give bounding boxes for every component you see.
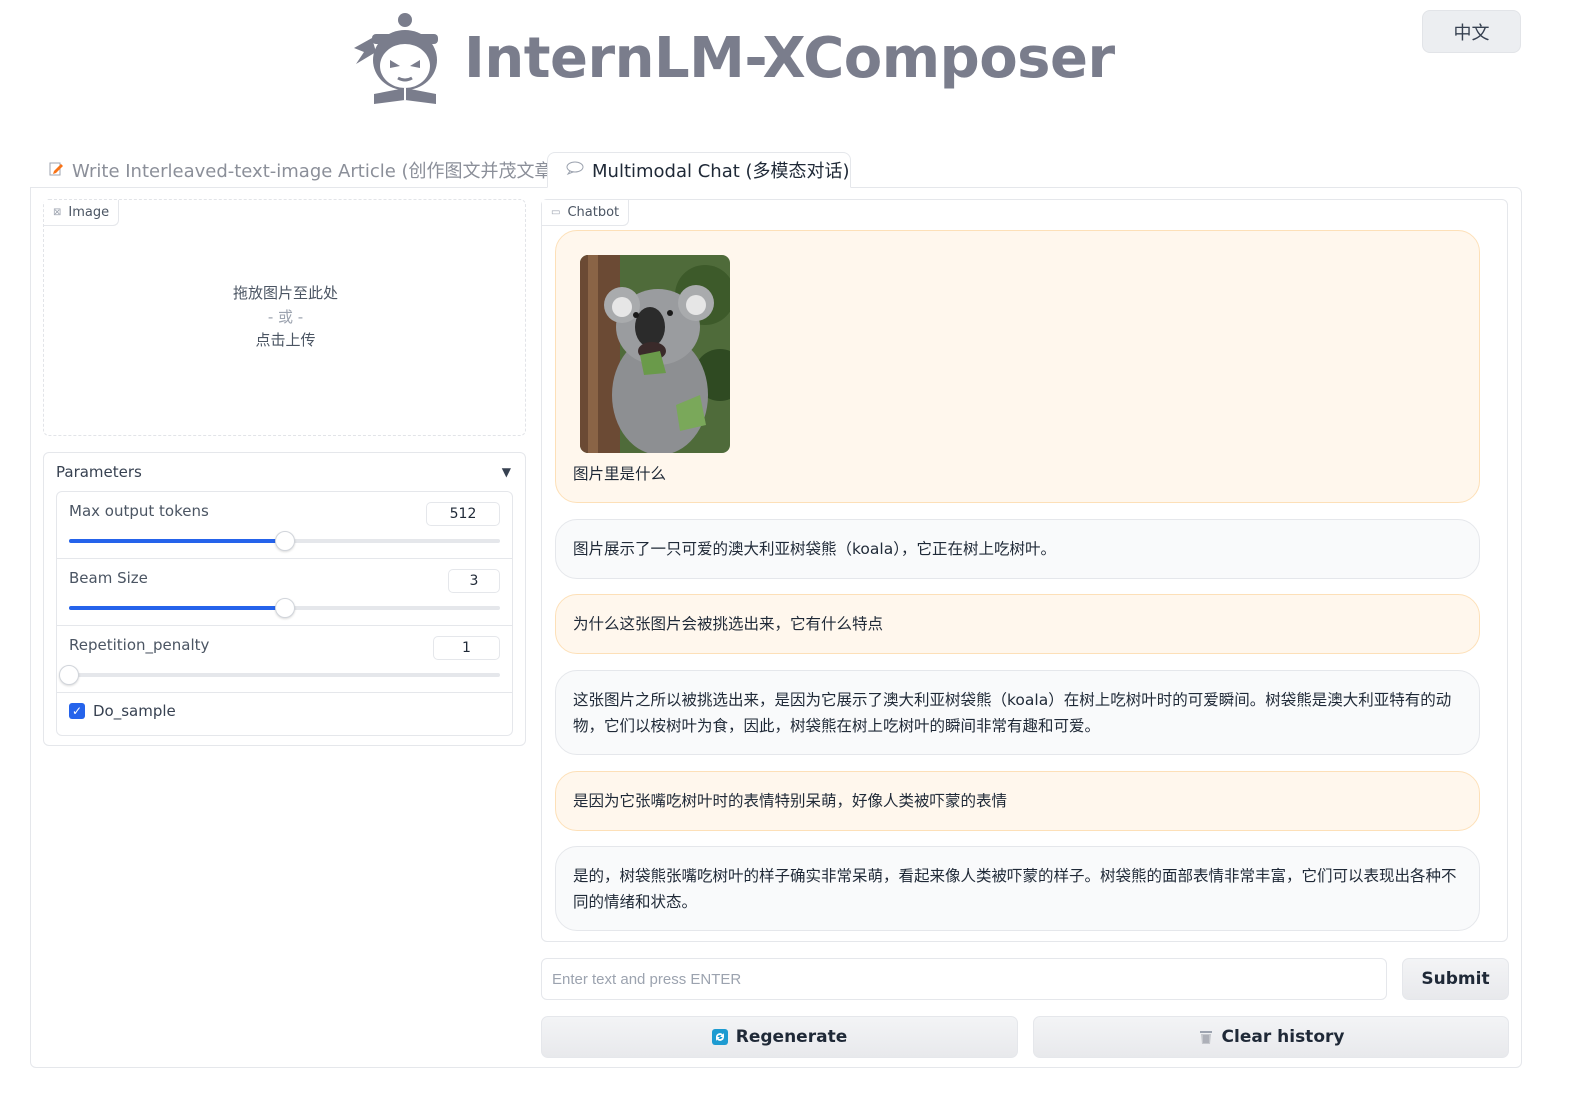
tab-bar: Write Interleaved-text-image Article (创作…: [30, 152, 1522, 188]
chat-icon: ▭: [551, 207, 561, 218]
chat-message-bot: 是的，树袋熊张嘴吃树叶的样子确实非常呆萌，看起来像人类被吓蒙的样子。树袋熊的面部…: [555, 846, 1480, 931]
beam-size-slider[interactable]: [69, 598, 500, 618]
max-tokens-slider[interactable]: [69, 531, 500, 551]
image-icon: ⊠: [53, 207, 62, 218]
do-sample-row: ✓ Do_sample: [69, 702, 176, 720]
parameters-title[interactable]: Parameters: [56, 463, 142, 481]
regenerate-button[interactable]: Regenerate: [541, 1016, 1018, 1058]
message-input[interactable]: [541, 958, 1387, 1000]
repetition-penalty-label: Repetition_penalty: [69, 636, 210, 654]
image-label: ⊠ Image: [44, 200, 120, 226]
parameters-body: Max output tokens 512 Beam Size 3 Repeti…: [56, 491, 513, 736]
clear-history-label: Clear history: [1221, 1027, 1345, 1047]
repetition-penalty-input[interactable]: 1: [433, 636, 500, 660]
caret-down-icon[interactable]: ▼: [502, 465, 511, 479]
max-tokens-row: Max output tokens 512: [57, 492, 512, 559]
chat-message-bot: 这张图片之所以被挑选出来，是因为它展示了澳大利亚树袋熊（koala）在树上吃树叶…: [555, 670, 1480, 755]
chat-message-text: 图片里是什么: [573, 465, 667, 483]
image-upload-dropzone[interactable]: ⊠ Image 拖放图片至此处 - 或 - 点击上传: [43, 199, 526, 436]
click-upload-text: 点击上传: [255, 331, 316, 349]
edit-icon: [48, 160, 64, 180]
chatbot-label: ▭ Chatbot: [542, 200, 630, 226]
repetition-penalty-row: Repetition_penalty 1: [57, 626, 512, 693]
chat-message-bot: 图片展示了一只可爱的澳大利亚树袋熊（koala），它正在树上吃树叶。: [555, 519, 1480, 579]
mascot-logo-icon: [354, 13, 438, 104]
drop-text: 拖放图片至此处: [232, 284, 338, 302]
parameters-accordion: Parameters ▼ Max output tokens 512 Beam …: [43, 452, 526, 746]
chat-message-user: 图片里是什么: [555, 230, 1480, 503]
chat-message-user: 是因为它张嘴吃树叶时的表情特别呆萌，好像人类被吓蒙的表情: [555, 771, 1480, 831]
brand-logo: InternLM-XComposer: [350, 8, 1115, 108]
beam-size-label: Beam Size: [69, 569, 148, 587]
language-toggle-button[interactable]: 中文: [1422, 10, 1521, 53]
slider-thumb[interactable]: [59, 665, 79, 685]
slider-thumb[interactable]: [274, 531, 295, 551]
do-sample-checkbox[interactable]: ✓: [69, 703, 85, 719]
chatbot-panel: ▭ Chatbot 图片里是什么 图片展示了一只可爱的澳大利亚树袋熊（koala…: [541, 199, 1508, 942]
max-tokens-label: Max output tokens: [69, 502, 209, 520]
max-tokens-input[interactable]: 512: [426, 502, 500, 526]
beam-size-input[interactable]: 3: [448, 569, 500, 593]
speech-bubble-icon: [566, 161, 584, 179]
submit-button[interactable]: Submit: [1402, 958, 1509, 1000]
chat-message-user: 为什么这张图片会被挑选出来，它有什么特点: [555, 594, 1480, 654]
tab-write-article[interactable]: Write Interleaved-text-image Article (创作…: [48, 152, 560, 188]
image-label-text: Image: [68, 205, 110, 220]
tab-multimodal-chat[interactable]: Multimodal Chat (多模态对话): [547, 152, 851, 188]
regenerate-label: Regenerate: [735, 1027, 848, 1047]
slider-fill: [69, 539, 285, 543]
refresh-icon: [711, 1029, 728, 1045]
repetition-penalty-slider[interactable]: [59, 665, 500, 685]
or-text: - 或 -: [267, 307, 304, 326]
tab-write-article-label: Write Interleaved-text-image Article (创作…: [72, 161, 560, 182]
tab-multimodal-chat-label: Multimodal Chat (多模态对话): [592, 161, 850, 182]
chatbot-label-text: Chatbot: [567, 205, 620, 220]
do-sample-label: Do_sample: [93, 702, 176, 720]
beam-size-row: Beam Size 3: [57, 559, 512, 626]
slider-fill: [69, 606, 285, 610]
clear-history-button[interactable]: Clear history: [1033, 1016, 1509, 1058]
upload-instructions: 拖放图片至此处 - 或 - 点击上传: [44, 282, 527, 353]
brand-title: InternLM-XComposer: [464, 25, 1115, 91]
koala-photo: [580, 255, 730, 453]
slider-thumb[interactable]: [274, 598, 295, 618]
trash-icon: [1198, 1029, 1214, 1045]
